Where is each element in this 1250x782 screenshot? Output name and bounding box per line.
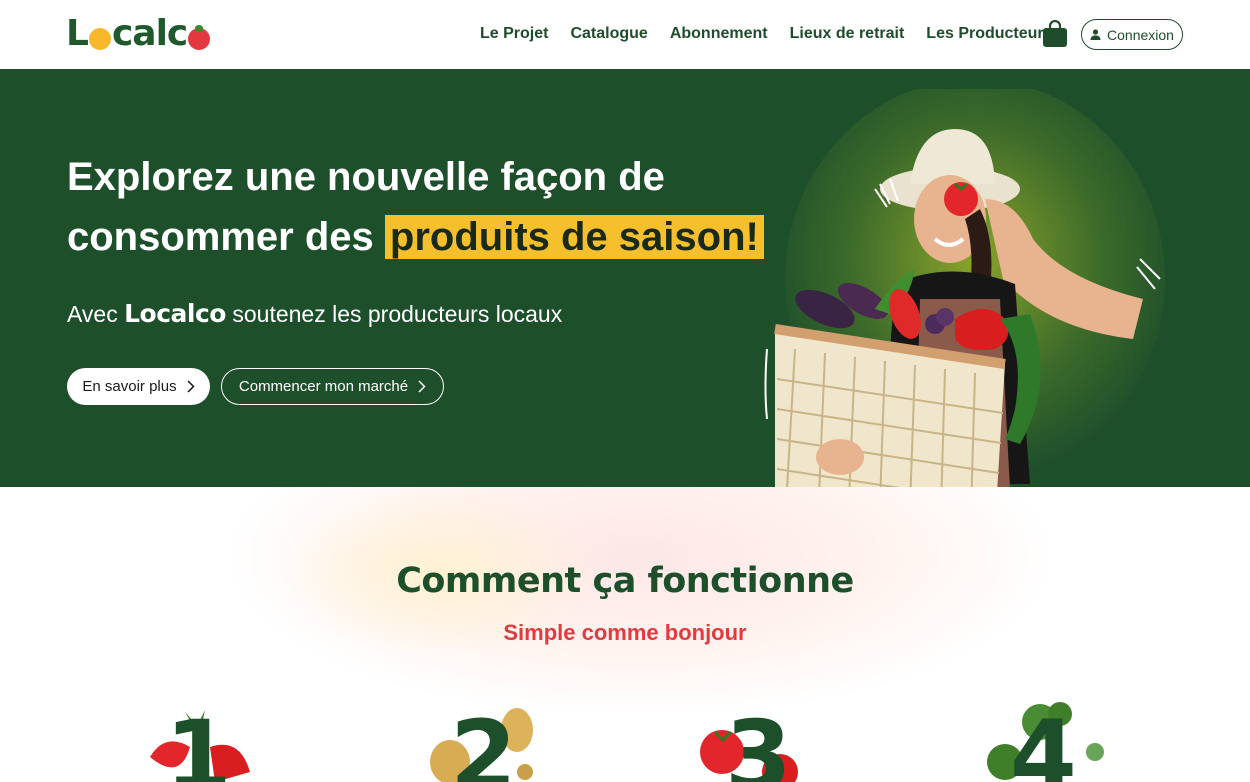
step-4: 4 <box>985 702 1115 782</box>
subtitle-prefix: Avec <box>67 301 118 327</box>
step-1: 1 <box>140 702 270 782</box>
step-2: 2 <box>425 702 555 782</box>
login-button[interactable]: Connexion <box>1081 19 1183 50</box>
nav-abonnement[interactable]: Abonnement <box>670 22 768 46</box>
shopping-bag-icon[interactable] <box>1042 20 1068 48</box>
start-market-label: Commencer mon marché <box>238 378 409 395</box>
learn-more-button[interactable]: En savoir plus <box>67 368 210 405</box>
hero-title: Explorez une nouvelle façon de consommer… <box>67 147 767 267</box>
learn-more-label: En savoir plus <box>82 378 177 395</box>
section-tagline: Simple comme bonjour <box>503 620 747 645</box>
how-it-works-section: Comment ça fonctionne Simple comme bonjo… <box>0 487 1250 782</box>
step-number: 4 <box>1010 700 1077 782</box>
step-number: 2 <box>450 700 517 782</box>
logo-letters: calc <box>111 13 188 54</box>
main-nav: Le Projet Catalogue Abonnement Lieux de … <box>480 22 1075 46</box>
hero-banner: Explorez une nouvelle façon de consommer… <box>0 69 1250 487</box>
subtitle-suffix: soutenez les producteurs locaux <box>232 301 563 327</box>
logo-tomato-icon <box>188 25 211 50</box>
hero-subtitle: Avec Localco soutenez les producteurs lo… <box>67 297 562 331</box>
site-header: Lcalc Le Projet Catalogue Abonnement Lie… <box>0 0 1250 69</box>
hero-title-highlight: produits de saison! <box>384 215 764 259</box>
step-number: 3 <box>725 700 792 782</box>
nav-catalogue[interactable]: Catalogue <box>570 22 647 46</box>
login-label: Connexion <box>1107 26 1174 43</box>
farmer-with-basket-illustration <box>764 89 1165 487</box>
chevron-right-icon <box>418 380 426 393</box>
user-icon <box>1090 29 1101 40</box>
nav-les-producteurs[interactable]: Les Producteurs <box>926 22 1052 46</box>
step-number: 1 <box>165 700 232 782</box>
nav-lieux-de-retrait[interactable]: Lieux de retrait <box>790 22 905 46</box>
subtitle-brand: Localco <box>124 299 226 328</box>
section-title: Comment ça fonctionne <box>396 561 854 601</box>
chevron-right-icon <box>187 380 195 393</box>
start-market-button[interactable]: Commencer mon marché <box>221 368 444 405</box>
logo-letter-l: L <box>66 13 89 54</box>
step-3: 3 <box>700 702 830 782</box>
logo-lemon-icon <box>88 28 111 50</box>
localco-logo[interactable]: Lcalc <box>66 12 211 56</box>
nav-le-projet[interactable]: Le Projet <box>480 22 548 46</box>
